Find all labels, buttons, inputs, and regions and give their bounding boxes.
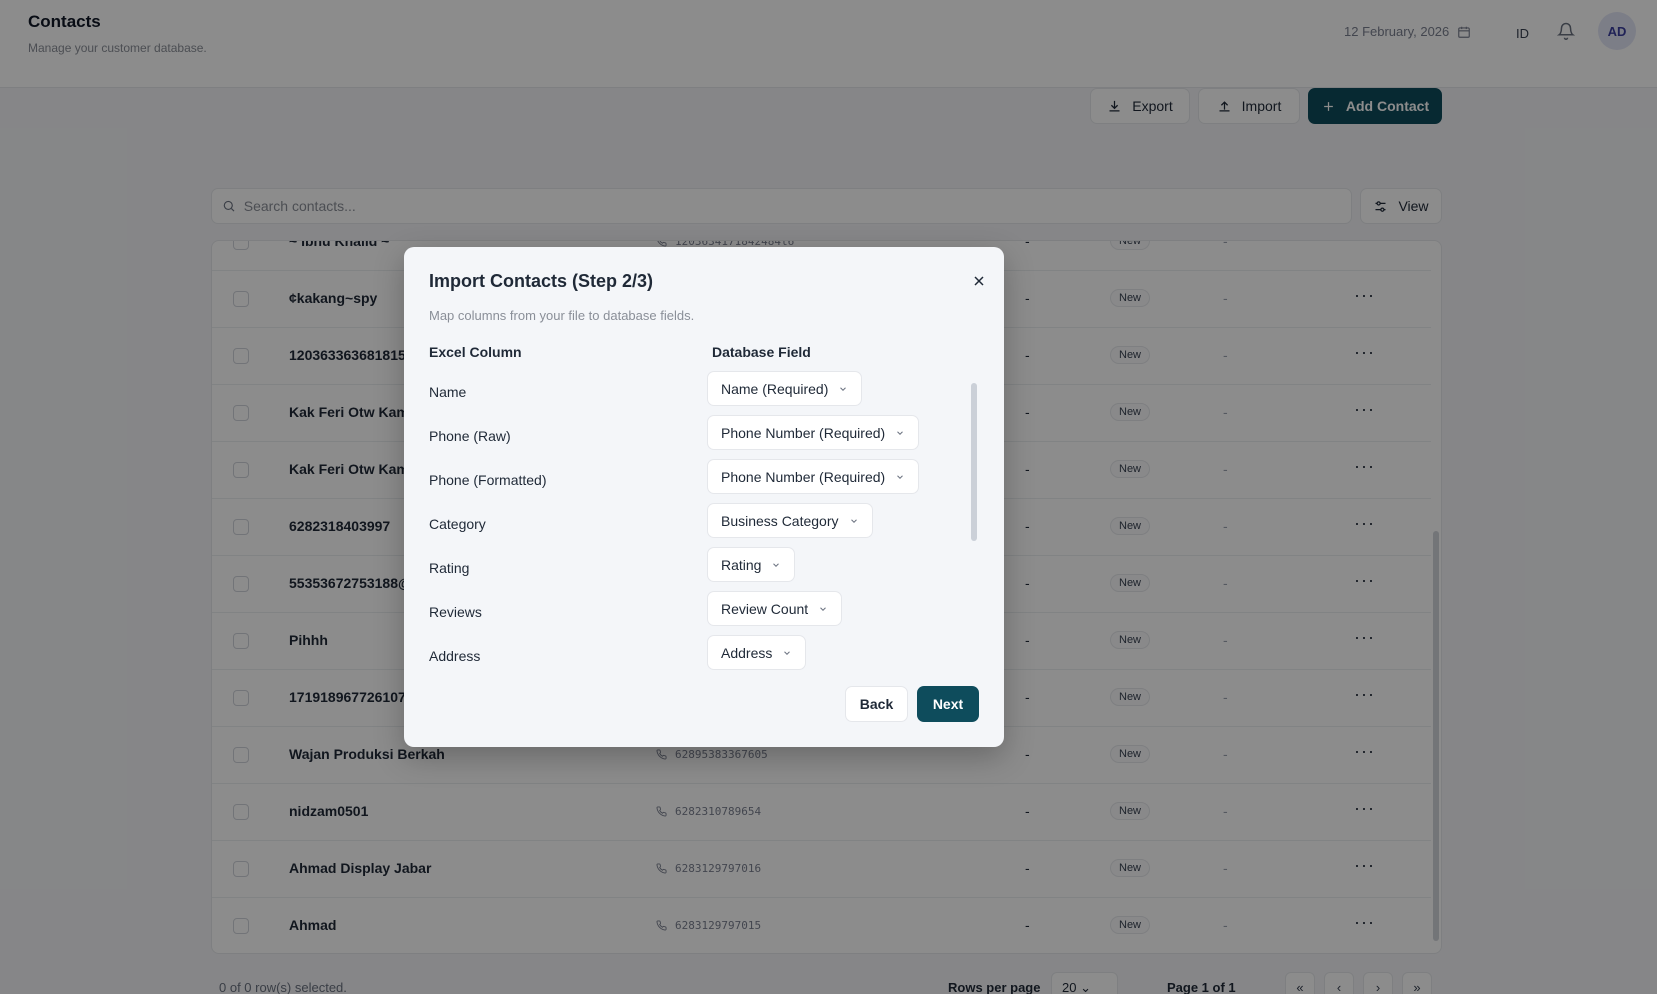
database-field-value: Rating <box>721 556 762 573</box>
chevron-down-icon <box>784 650 791 655</box>
excel-column-label: Address <box>429 648 481 664</box>
mapping-row: Reviews Review Count <box>404 591 964 635</box>
back-button[interactable]: Back <box>845 686 908 722</box>
excel-column-label: Phone (Formatted) <box>429 472 547 488</box>
chevron-down-icon <box>840 386 847 391</box>
next-button[interactable]: Next <box>917 686 979 722</box>
excel-column-label: Category <box>429 516 486 532</box>
database-field-value: Address <box>721 644 773 661</box>
mapping-row: Address Address <box>404 635 964 679</box>
mapping-row: Name Name (Required) <box>404 371 964 415</box>
database-field-header: Database Field <box>712 344 811 360</box>
chevron-down-icon <box>897 474 904 479</box>
database-field-select[interactable]: Review Count <box>707 591 843 626</box>
mapping-row: Category Business Category <box>404 503 964 547</box>
mapping-row: Rating Rating <box>404 547 964 591</box>
database-field-value: Business Category <box>721 512 839 529</box>
excel-column-header: Excel Column <box>429 344 522 360</box>
database-field-select[interactable]: Phone Number (Required) <box>707 415 920 450</box>
import-dialog: Import Contacts (Step 2/3) Map columns f… <box>404 247 1004 747</box>
mapping-row: Phone (Raw) Phone Number (Required) <box>404 415 964 459</box>
database-field-value: Review Count <box>721 600 809 617</box>
excel-column-label: Phone (Raw) <box>429 428 511 444</box>
dialog-subtitle: Map columns from your file to database f… <box>429 308 695 323</box>
database-field-select[interactable]: Address <box>707 635 807 670</box>
dialog-title: Import Contacts (Step 2/3) <box>429 271 654 291</box>
mapping-row: Phone (Formatted) Phone Number (Required) <box>404 459 964 503</box>
database-field-value: Phone Number (Required) <box>721 424 886 441</box>
database-field-select[interactable]: Rating <box>707 547 796 582</box>
excel-column-label: Name <box>429 384 467 400</box>
chevron-down-icon <box>850 518 857 523</box>
chevron-down-icon <box>897 430 904 435</box>
database-field-value: Phone Number (Required) <box>721 468 886 485</box>
database-field-select[interactable]: Business Category <box>707 503 873 538</box>
database-field-select[interactable]: Name (Required) <box>707 371 863 406</box>
excel-column-label: Rating <box>429 560 470 576</box>
excel-column-label: Reviews <box>429 604 482 620</box>
database-field-select[interactable]: Phone Number (Required) <box>707 459 920 494</box>
chevron-down-icon <box>773 562 780 567</box>
database-field-value: Name (Required) <box>721 380 829 397</box>
mapping-scrollbar[interactable] <box>971 383 977 541</box>
close-icon[interactable] <box>971 273 987 289</box>
chevron-down-icon <box>820 606 827 611</box>
